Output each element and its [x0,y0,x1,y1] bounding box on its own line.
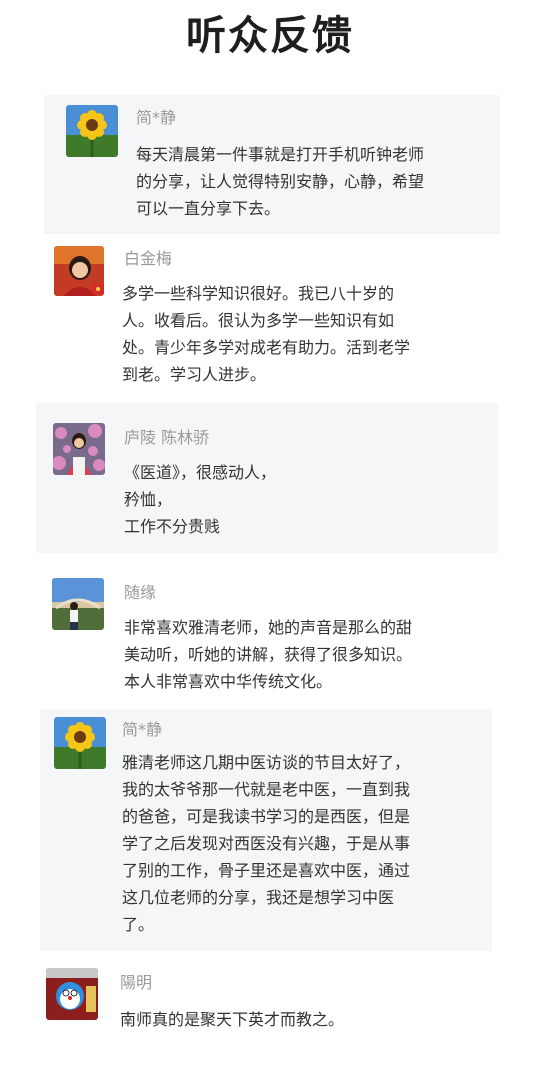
comment-text: 每天清晨第一件事就是打开手机听钟老师 的分享，让人觉得特别安静，心静，希望 可以… [136,141,424,222]
comment-line: 《医道》，很感动人， [124,463,277,482]
comment-line: 到老。学习人进步。 [122,365,267,384]
page-title: 听众反馈 [186,13,354,59]
user-name: 陽明 [120,973,153,992]
comment-line: 矜恤， [124,490,173,509]
feedback-card: 随缘 非常喜欢雅清老师，她的声音是那么的甜 美动听，听她的讲解，获得了很多知识。… [36,554,498,708]
feedback-card: 简*静 雅清老师这几期中医访谈的节目太好了， 我的太爷爷那一代就是老中医，一直到… [40,709,492,951]
feedback-card: 简*静 每天清晨第一件事就是打开手机听钟老师 的分享，让人觉得特别安静，心静，希… [44,95,500,234]
comment-line: 人。收看后。很认为多学一些知识有如 [122,311,395,330]
comment-line: 南师真的是聚天下英才而教之。 [120,1010,345,1029]
user-name: 简*静 [122,720,163,739]
comment-line: 的分享，让人觉得特别安静，心静，希望 [136,172,425,191]
woman-flowers-avatar-icon[interactable] [53,423,105,475]
comment-line: 处。青少年多学对成老有助力。活到老学 [122,338,411,357]
comment-line: 我的太爷爷那一代就是老中医，一直到我 [122,780,411,799]
comment-line: 非常喜欢雅清老师，她的声音是那么的甜 [124,618,413,637]
comment-text: 南师真的是聚天下英才而教之。 [120,1006,344,1033]
comment-line: 美动听，听她的讲解，获得了很多知识。 [124,645,413,664]
comment-text: 多学一些科学知识很好。我已八十岁的 人。收看后。很认为多学一些知识有如 处。青少… [122,280,410,388]
woman-portrait-avatar-icon[interactable] [54,246,104,296]
sunflower-avatar-icon[interactable] [54,717,106,769]
comment-line: 这几位老师的分享，我还是想学习中医 [122,888,395,907]
comment-line: 了别的工作，骨子里还是喜欢中医，通过 [122,861,411,880]
sunflower-avatar-icon[interactable] [66,105,118,157]
comment-text: 《医道》，很感动人， 矜恤， 工作不分贵贱 [124,459,276,540]
feedback-card: 庐陵 陈林骄 《医道》，很感动人， 矜恤， 工作不分贵贱 [36,403,498,553]
user-name: 白金梅 [124,249,173,268]
comment-text: 非常喜欢雅清老师，她的声音是那么的甜 美动听，听她的讲解，获得了很多知识。 本人… [124,614,412,695]
comment-line: 了。 [122,915,155,934]
comment-line: 可以一直分享下去。 [136,199,281,218]
cartoon-robot-avatar-icon[interactable] [46,968,98,1020]
comment-line: 雅清老师这几期中医访谈的节目太好了， [122,753,411,772]
user-name: 随缘 [124,583,157,602]
comment-line: 多学一些科学知识很好。我已八十岁的 [122,284,395,303]
comment-line: 本人非常喜欢中华传统文化。 [124,672,333,691]
user-name: 简*静 [136,108,177,127]
comment-line: 的爸爸，可是我读书学习的是西医，但是 [122,807,411,826]
comment-line: 每天清晨第一件事就是打开手机听钟老师 [136,145,425,164]
feedback-card: 陽明 南师真的是聚天下英才而教之。 [36,952,498,1052]
comment-line: 工作不分贵贱 [124,517,221,536]
feedback-card: 白金梅 多学一些科学知识很好。我已八十岁的 人。收看后。很认为多学一些知识有如 … [36,234,500,402]
person-outdoors-avatar-icon[interactable] [52,578,104,630]
comment-text: 雅清老师这几期中医访谈的节目太好了， 我的太爷爷那一代就是老中医，一直到我 的爸… [122,749,410,938]
user-name: 庐陵 陈林骄 [124,428,210,447]
comment-line: 学了之后发现对西医没有兴趣，于是从事 [122,834,411,853]
